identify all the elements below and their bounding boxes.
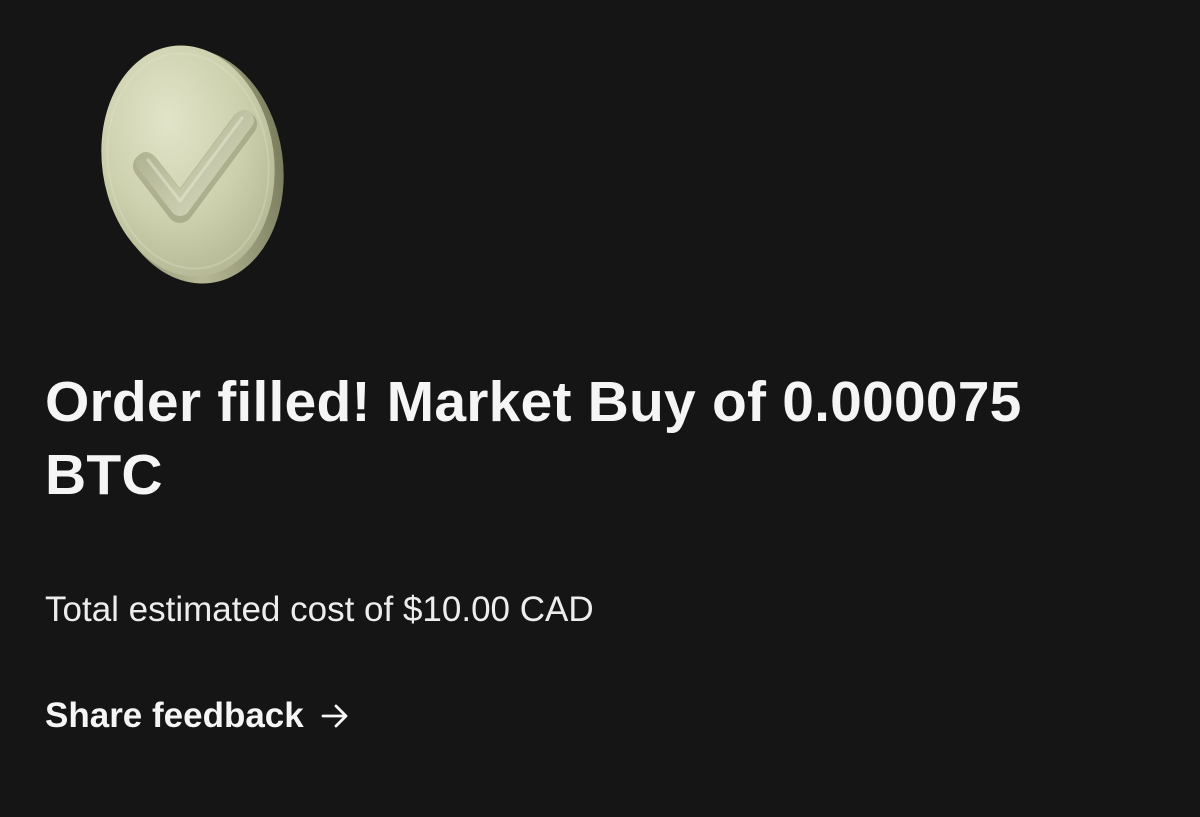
estimated-cost-text: Total estimated cost of $10.00 CAD bbox=[45, 590, 594, 629]
arrow-right-icon bbox=[320, 701, 350, 731]
share-feedback-label: Share feedback bbox=[45, 696, 304, 735]
check-coin-icon bbox=[92, 40, 288, 286]
share-feedback-link[interactable]: Share feedback bbox=[45, 694, 350, 738]
order-filled-headline: Order filled! Market Buy of 0.000075 BTC bbox=[45, 370, 1022, 507]
